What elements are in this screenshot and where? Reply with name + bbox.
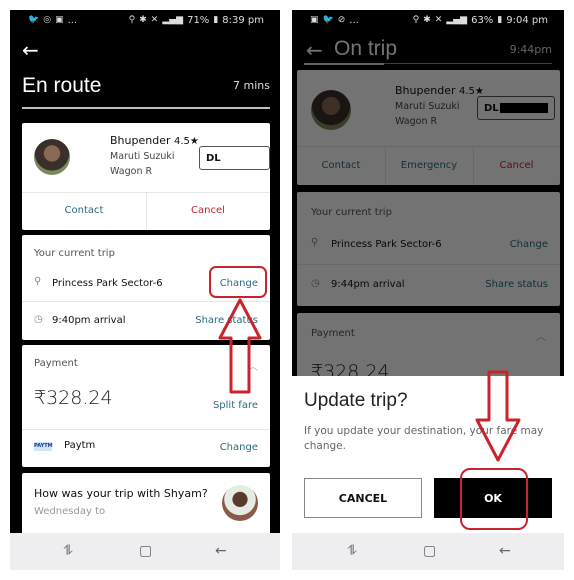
eta-time: 9:44pm: [509, 43, 552, 56]
change-destination-button[interactable]: Change: [510, 239, 548, 250]
rate-trip-question: How was your trip with Shyam?: [34, 487, 208, 500]
rate-trip-subtext: Wednesday to: [34, 506, 106, 517]
home-icon[interactable]: ▢: [423, 543, 436, 559]
row-divider: [22, 429, 270, 430]
android-nav-bar: ⥮ ▢ ←: [292, 533, 564, 570]
contact-button[interactable]: Contact: [22, 205, 146, 216]
emergency-button[interactable]: Emergency: [385, 160, 473, 171]
status-bar: 🐦 ◎ ▣ ... ⚲ ✱ ✕ ▂▄▆ 71% ▮ 8:39 pm: [10, 10, 280, 30]
location-icon: ⚲: [128, 15, 136, 25]
highlight-change-annotation: [209, 266, 267, 298]
cancel-ride-button[interactable]: Cancel: [146, 205, 270, 216]
car-make: Maruti Suzuki: [110, 151, 175, 162]
highlight-ok-annotation: [460, 468, 528, 530]
recent-apps-icon[interactable]: ⥮: [63, 543, 73, 559]
bluetooth-icon: ✱: [423, 15, 431, 25]
row-divider: [297, 264, 560, 265]
back-icon[interactable]: ←: [499, 543, 511, 559]
mute-icon: ✕: [150, 15, 159, 25]
payment-section-label: Payment: [311, 328, 355, 339]
driver-name: Bhupender 4.5★: [110, 134, 199, 147]
twitter-icon: 🐦: [28, 15, 40, 25]
car-model: Wagon R: [395, 116, 438, 127]
driver-avatar: [34, 139, 70, 175]
split-fare-button[interactable]: Split fare: [213, 400, 258, 411]
down-arrow-shape: [475, 370, 521, 462]
arrival-time: 9:44pm arrival: [331, 279, 405, 290]
driver-avatar: [311, 90, 351, 130]
eta-label: 7 mins: [233, 79, 270, 92]
right-phone-screen: ▣ 🐦 ⊘ ... ⚲ ✱ ✕ ▂▄▆ 63% ▮ 9:04 pm ← On t…: [292, 10, 564, 570]
driver-name: Bhupender 4.5★: [395, 84, 484, 97]
payment-section-label: Payment: [34, 358, 78, 369]
battery-percent: 71%: [187, 14, 210, 26]
status-bar: ▣ 🐦 ⊘ ... ⚲ ✱ ✕ ▂▄▆ 63% ▮ 9:04 pm: [292, 10, 564, 30]
clock: 9:04 pm: [506, 14, 548, 26]
back-arrow-icon[interactable]: ←: [306, 40, 323, 60]
signal-icon: ▂▄▆: [162, 15, 184, 25]
sync-icon: ⊘: [337, 15, 346, 25]
cancel-ride-button[interactable]: Cancel: [473, 160, 560, 171]
trip-section-label: Your current trip: [34, 248, 115, 259]
gallery-icon: ▣: [55, 15, 64, 25]
previous-driver-avatar: [222, 485, 258, 521]
location-pin-icon: ⚲: [34, 276, 42, 287]
more-notifications: ...: [67, 14, 78, 26]
page-title: On trip: [334, 37, 398, 60]
up-arrow-annotation: [218, 298, 262, 394]
chevron-up-icon[interactable]: ︿: [536, 328, 546, 343]
mute-icon: ✕: [434, 15, 443, 25]
back-icon[interactable]: ←: [215, 543, 227, 559]
dialog-title: Update trip?: [304, 390, 408, 411]
destination-text: Princess Park Sector-6: [52, 278, 163, 289]
payment-method: Paytm: [64, 440, 96, 451]
license-plate: DL: [477, 96, 555, 120]
recent-apps-icon[interactable]: ⥮: [347, 543, 357, 559]
page-title: En route: [22, 74, 102, 97]
change-payment-button[interactable]: Change: [220, 442, 258, 453]
battery-icon: ▮: [497, 15, 503, 25]
arrival-time: 9:40pm arrival: [52, 315, 126, 326]
trip-section-label: Your current trip: [311, 207, 392, 218]
paytm-logo-icon: PAYTM: [34, 442, 53, 451]
back-arrow-icon[interactable]: ←: [22, 40, 39, 60]
share-status-button[interactable]: Share status: [485, 279, 548, 290]
driver-rating: 4.5★: [173, 136, 199, 147]
timer-icon: ◷: [311, 278, 320, 289]
signal-icon: ▂▄▆: [446, 15, 468, 25]
android-nav-bar: ⥮ ▢ ←: [10, 533, 280, 570]
bluetooth-icon: ✱: [139, 15, 147, 25]
left-phone-screen: 🐦 ◎ ▣ ... ⚲ ✱ ✕ ▂▄▆ 71% ▮ 8:39 pm ← En r…: [10, 10, 280, 570]
gallery-icon: ▣: [310, 15, 319, 25]
header-divider: [22, 107, 270, 109]
progress-bar-track: [384, 63, 552, 64]
more-notifications: ...: [349, 14, 359, 26]
card-divider: [297, 146, 560, 147]
chrome-icon: ◎: [43, 15, 52, 25]
driver-card: Bhupender 4.5★ Maruti Suzuki Wagon R DL …: [22, 123, 270, 230]
battery-percent: 63%: [471, 14, 494, 26]
license-plate: DL: [199, 146, 270, 170]
twitter-icon: 🐦: [322, 15, 334, 25]
redacted-plate-number: [499, 103, 548, 113]
up-arrow-shape: [218, 298, 262, 394]
contact-button[interactable]: Contact: [297, 160, 385, 171]
timer-icon: ◷: [34, 314, 43, 325]
car-model: Wagon R: [110, 166, 153, 177]
location-pin-icon: ⚲: [311, 237, 319, 248]
car-make: Maruti Suzuki: [395, 101, 460, 112]
fare-amount: ₹328.24: [34, 387, 113, 409]
dialog-cancel-button[interactable]: CANCEL: [304, 478, 422, 518]
battery-icon: ▮: [213, 15, 219, 25]
location-icon: ⚲: [412, 15, 420, 25]
driver-card: Bhupender 4.5★ Maruti Suzuki Wagon R DL …: [297, 70, 560, 185]
current-trip-card: Your current trip ⚲ Princess Park Sector…: [297, 192, 560, 306]
clock: 8:39 pm: [222, 14, 264, 26]
progress-bar-filled: [304, 63, 384, 65]
destination-text: Princess Park Sector-6: [331, 239, 442, 250]
down-arrow-annotation: [475, 370, 521, 462]
home-icon[interactable]: ▢: [139, 543, 152, 559]
